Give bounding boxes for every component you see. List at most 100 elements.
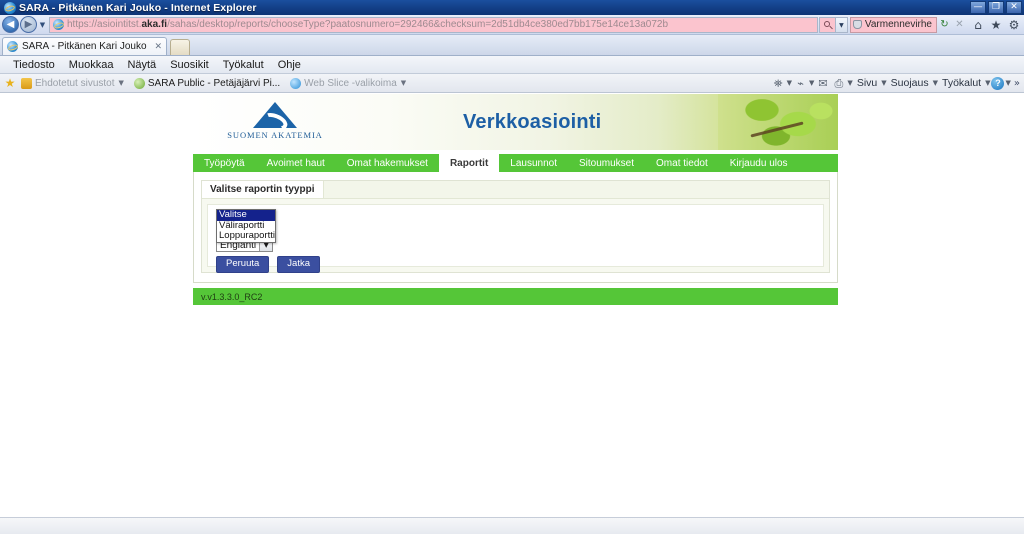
menu-item-tiedosto[interactable]: Tiedosto [6, 59, 62, 71]
shield-icon [852, 20, 862, 29]
nav-tab-omat-tiedot[interactable]: Omat tiedot [645, 154, 719, 172]
akatemia-logo-text: SUOMEN AKATEMIA [227, 130, 323, 140]
title-bar: SARA - Pitkänen Kari Jouko - Internet Ex… [0, 0, 1024, 15]
nav-tab-omat-hakemukset[interactable]: Omat hakemukset [336, 154, 439, 172]
report-type-panel: Valitse raportin tyyppi Valitse ▼ Valits… [201, 180, 830, 273]
help-icon[interactable]: ? [991, 76, 1005, 90]
nav-tab-kirjaudu-ulos[interactable]: Kirjaudu ulos [719, 154, 799, 172]
menu-item-tyokalut[interactable]: Työkalut [216, 59, 271, 71]
chevron-down-icon[interactable]: ▼ [787, 79, 792, 87]
address-bar: ◀ ▶ ▼ https://asiointitst.aka.fi/sahas/d… [0, 15, 1024, 35]
content-container: Valitse raportin tyyppi Valitse ▼ Valits… [193, 172, 838, 283]
compatibility-view-icon[interactable]: ⛯ [771, 76, 786, 91]
feeds-icon[interactable]: ⌁ [793, 76, 808, 91]
favorite-label: SARA Public - Petäjäjärvi Pi... [147, 77, 281, 89]
panel-header: Valitse raportin tyyppi [202, 181, 829, 199]
chevron-down-icon[interactable]: ▼ [847, 79, 852, 87]
favorites-star-icon[interactable]: ★ [3, 76, 17, 90]
nav-tab-lausunnot[interactable]: Lausunnot [499, 154, 568, 172]
print-icon[interactable]: ⎙ [831, 76, 846, 91]
nav-tab-sitoumukset[interactable]: Sitoumukset [568, 154, 645, 172]
dropdown-option-valitse[interactable]: Valitse [217, 209, 275, 221]
command-bar: ⛯ ▼ ⌁ ▼ ✉ ⎙ ▼ Sivu ▼ Suojaus ▼ Työkalut … [771, 74, 1022, 92]
site-favicon-icon [53, 19, 64, 30]
nav-tab-raportit[interactable]: Raportit [438, 154, 500, 172]
url-text: https://asiointitst.aka.fi/sahas/desktop… [67, 19, 668, 30]
nav-tab-avoimet-haut[interactable]: Avoimet haut [256, 154, 336, 172]
menu-item-muokkaa[interactable]: Muokkaa [62, 59, 121, 71]
back-button[interactable]: ◀ [2, 16, 19, 33]
new-tab-button[interactable] [170, 39, 191, 55]
page-viewport: SUOMEN AKATEMIA Verkkoasiointi Työpöytä … [0, 93, 1024, 534]
forward-button[interactable]: ▶ [20, 16, 37, 33]
home-icon[interactable]: ⌂ [970, 17, 986, 33]
browser-tab[interactable]: SARA - Pitkänen Kari Jouko ✕ [2, 37, 168, 55]
chevron-down-icon[interactable]: ▼ [119, 79, 124, 87]
menu-item-nayta[interactable]: Näytä [120, 59, 163, 71]
menu-bar: Tiedosto Muokkaa Näytä Suosikit Työkalut… [0, 56, 1024, 74]
green-leaves-photo [718, 94, 838, 150]
menu-item-ohje[interactable]: Ohje [271, 59, 308, 71]
command-security-menu[interactable]: Suojaus [888, 77, 932, 89]
window-controls: — ❐ ✕ [970, 1, 1022, 14]
akatemia-logo[interactable]: SUOMEN AKATEMIA [220, 102, 330, 140]
page-footer: v.v1.3.3.0_RC2 [193, 288, 838, 305]
certificate-error-badge[interactable]: Varmennevirhe [849, 16, 937, 33]
status-bar [0, 517, 1024, 534]
chevron-down-icon[interactable]: ▼ [401, 79, 406, 87]
window-title: SARA - Pitkänen Kari Jouko - Internet Ex… [19, 1, 257, 14]
favorite-label: Web Slice -valikoima [304, 77, 397, 89]
tab-label: SARA - Pitkänen Kari Jouko [22, 41, 147, 52]
chevron-down-icon[interactable]: ▼ [809, 79, 814, 87]
gear-icon[interactable]: ⚙ [1006, 17, 1022, 33]
page-content: SUOMEN AKATEMIA Verkkoasiointi Työpöytä … [193, 93, 838, 305]
search-box[interactable]: ▼ [818, 16, 848, 33]
page-title: Verkkoasiointi [463, 111, 602, 133]
tab-close-icon[interactable]: ✕ [155, 42, 163, 52]
menu-item-suosikit[interactable]: Suosikit [163, 59, 216, 71]
nav-tab-tyopoyta[interactable]: Työpöytä [193, 154, 256, 172]
site-banner: SUOMEN AKATEMIA Verkkoasiointi [193, 94, 838, 150]
dropdown-option-loppuraportti[interactable]: Loppuraportti [217, 230, 275, 242]
overflow-chevron-icon[interactable]: » [1012, 78, 1022, 89]
report-type-dropdown-list[interactable]: Valitse Väliraportti Loppuraportti [216, 209, 276, 243]
version-label: v.v1.3.3.0_RC2 [201, 291, 263, 302]
minimize-button[interactable]: — [970, 1, 986, 14]
history-dropdown-icon[interactable]: ▼ [37, 16, 48, 33]
restore-button[interactable]: ❐ [988, 1, 1004, 14]
favorites-star-icon[interactable]: ★ [988, 17, 1004, 33]
sara-public-icon [133, 77, 145, 89]
favorite-suggested-sites[interactable]: Ehdotetut sivustot ▼ [21, 77, 124, 89]
favorites-bar: ★ Ehdotetut sivustot ▼ SARA Public - Pet… [0, 74, 1024, 93]
address-bar-icons: ⌂ ★ ⚙ [970, 17, 1022, 33]
refresh-icon[interactable]: ↻ [937, 17, 952, 33]
chevron-down-icon[interactable]: ▼ [1005, 79, 1010, 87]
close-button[interactable]: ✕ [1006, 1, 1022, 14]
web-page: SUOMEN AKATEMIA Verkkoasiointi Työpöytä … [0, 93, 1024, 534]
mail-icon[interactable]: ✉ [815, 76, 830, 91]
command-page-menu[interactable]: Sivu [854, 77, 880, 89]
url-prefix: https://asiointitst. [67, 19, 142, 30]
tab-favicon-icon [7, 41, 18, 52]
continue-button[interactable]: Jatka [277, 256, 320, 273]
chevron-down-icon[interactable]: ▼ [933, 79, 938, 87]
internet-explorer-icon [4, 1, 16, 14]
command-tools-menu[interactable]: Työkalut [939, 77, 984, 89]
favorite-sara-public[interactable]: SARA Public - Petäjäjärvi Pi... [133, 77, 281, 89]
cancel-button[interactable]: Peruuta [216, 256, 270, 273]
browser-window: SARA - Pitkänen Kari Jouko - Internet Ex… [0, 0, 1024, 534]
panel-body: Valitse ▼ Valitse Väliraportti Loppurapo… [207, 204, 824, 273]
chevron-down-icon[interactable]: ▼ [881, 79, 886, 87]
search-provider-chevron-down-icon[interactable]: ▼ [834, 16, 848, 33]
search-icon[interactable] [818, 16, 835, 33]
url-domain: aka.fi [141, 19, 168, 30]
url-input[interactable]: https://asiointitst.aka.fi/sahas/desktop… [49, 16, 818, 33]
favorite-web-slice-gallery[interactable]: Web Slice -valikoima ▼ [290, 77, 406, 89]
chevron-down-icon[interactable]: ▼ [985, 79, 990, 87]
tab-bar: SARA - Pitkänen Kari Jouko ✕ [0, 35, 1024, 56]
stop-icon[interactable]: ✕ [952, 17, 967, 33]
certificate-error-label: Varmennevirhe [864, 19, 932, 30]
form-actions: Peruuta Jatka [216, 256, 320, 273]
panel-title: Valitse raportin tyyppi [202, 181, 325, 198]
main-navigation: Työpöytä Avoimet haut Omat hakemukset Ra… [193, 154, 838, 172]
